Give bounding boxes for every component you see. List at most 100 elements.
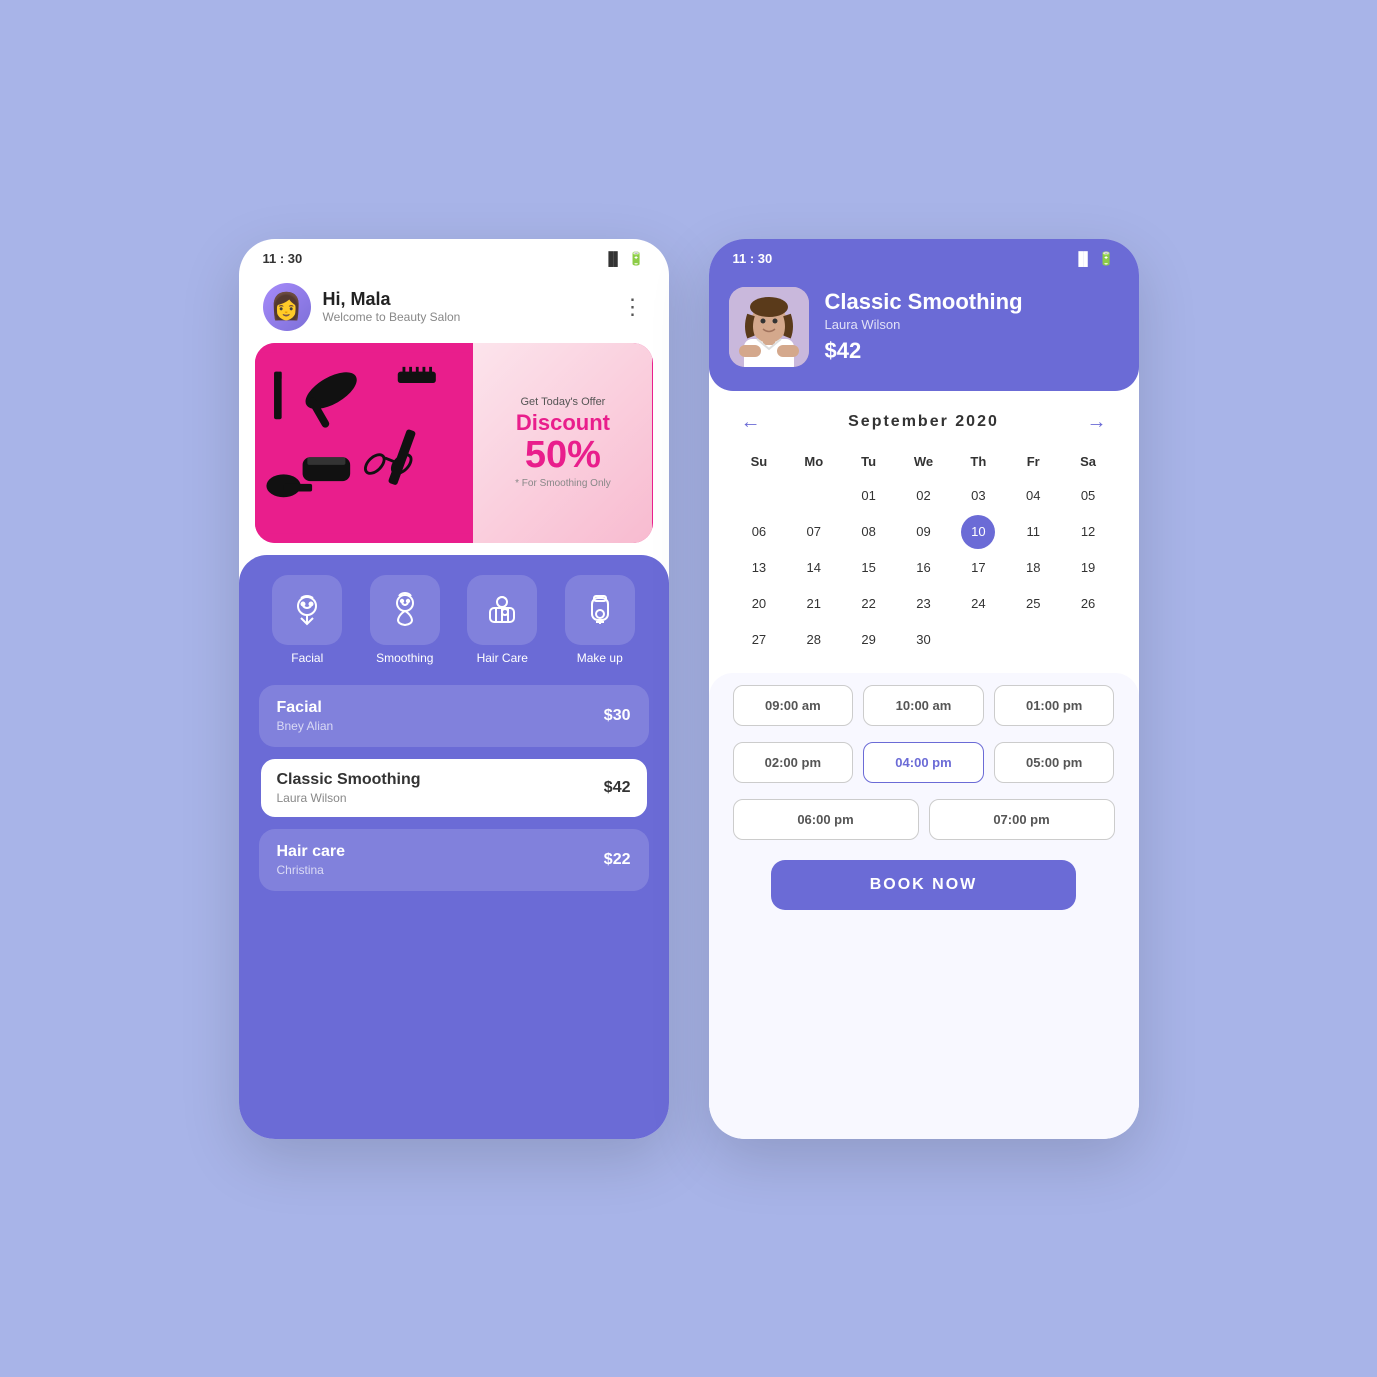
service-smoothing-name: Classic Smoothing — [277, 771, 421, 789]
cal-day-24[interactable]: 24 — [961, 587, 995, 621]
app-header: 👩 Hi, Mala Welcome to Beauty Salon ⋮ — [239, 275, 669, 343]
service-facial-name: Facial — [277, 699, 334, 717]
cal-day-12[interactable]: 12 — [1071, 515, 1105, 549]
cal-day-11[interactable]: 11 — [1016, 515, 1050, 549]
time-slot-7pm[interactable]: 07:00 pm — [929, 799, 1115, 840]
cal-day-18[interactable]: 18 — [1016, 551, 1050, 585]
service-smoothing-price: $42 — [604, 779, 631, 797]
time-slot-2pm[interactable]: 02:00 pm — [733, 742, 854, 783]
header-left: 👩 Hi, Mala Welcome to Beauty Salon — [263, 283, 461, 331]
smoothing-label: Smoothing — [376, 651, 433, 665]
calendar-grid: Su Mo Tu We Th Fr Sa 01 02 03 04 05 06 0… — [733, 450, 1115, 657]
service-haircare[interactable]: Hair care Christina $22 — [259, 829, 649, 891]
cal-day-19[interactable]: 19 — [1071, 551, 1105, 585]
cal-day-4[interactable]: 04 — [1016, 479, 1050, 513]
cal-day-27[interactable]: 27 — [742, 623, 776, 657]
cal-day-29[interactable]: 29 — [852, 623, 886, 657]
booking-avatar — [729, 287, 809, 367]
service-facial-price: $30 — [604, 707, 631, 725]
book-now-button[interactable]: BOOK NOW — [771, 860, 1077, 910]
category-haircare[interactable]: Hair Care — [467, 575, 537, 665]
tools-illustration — [255, 348, 474, 538]
status-bar-right: 11 : 30 ▐▌ 🔋 — [709, 239, 1139, 275]
cal-day-30[interactable]: 30 — [906, 623, 940, 657]
time-slot-6pm[interactable]: 06:00 pm — [733, 799, 919, 840]
service-haircare-sub: Christina — [277, 863, 346, 877]
category-makeup[interactable]: Make up — [565, 575, 635, 665]
cal-day-7[interactable]: 07 — [797, 515, 831, 549]
right-phone: 11 : 30 ▐▌ 🔋 — [709, 239, 1139, 1139]
time-slot-5pm[interactable]: 05:00 pm — [994, 742, 1115, 783]
signal-icon-right: ▐▌ — [1074, 251, 1092, 266]
booking-info: Classic Smoothing Laura Wilson $42 — [825, 289, 1023, 364]
booking-service-name: Classic Smoothing — [825, 289, 1023, 315]
time-grid-row3: 06:00 pm 07:00 pm — [733, 799, 1115, 840]
smoothing-icon-box — [370, 575, 440, 645]
cal-day-16[interactable]: 16 — [906, 551, 940, 585]
status-icons-right: ▐▌ 🔋 — [1074, 251, 1115, 267]
cal-day-10[interactable]: 10 — [961, 515, 995, 549]
cal-header-fr: Fr — [1007, 450, 1060, 477]
cal-header-we: We — [897, 450, 950, 477]
cal-day-21[interactable]: 21 — [797, 587, 831, 621]
cal-header-th: Th — [952, 450, 1005, 477]
cal-day-25[interactable]: 25 — [1016, 587, 1050, 621]
time-slot-9am[interactable]: 09:00 am — [733, 685, 854, 726]
facial-label: Facial — [291, 651, 323, 665]
cal-header-su: Su — [733, 450, 786, 477]
time-slot-1pm[interactable]: 01:00 pm — [994, 685, 1115, 726]
cal-day-2[interactable]: 02 — [906, 479, 940, 513]
cal-day-6[interactable]: 06 — [742, 515, 776, 549]
time-slot-10am[interactable]: 10:00 am — [863, 685, 984, 726]
time-right: 11 : 30 — [733, 251, 773, 266]
calendar-month: September 2020 — [848, 413, 999, 431]
cal-day-17[interactable]: 17 — [961, 551, 995, 585]
signal-icon: ▐▌ — [604, 251, 622, 266]
cal-day-20[interactable]: 20 — [742, 587, 776, 621]
cal-day-1[interactable]: 01 — [852, 479, 886, 513]
booking-stylist: Laura Wilson — [825, 317, 1023, 332]
banner-percent: 50% — [525, 436, 601, 474]
cal-header-sa: Sa — [1062, 450, 1115, 477]
cal-day-26[interactable]: 26 — [1071, 587, 1105, 621]
prev-month-button[interactable]: ← — [733, 407, 769, 438]
greeting-block: Hi, Mala Welcome to Beauty Salon — [323, 289, 461, 324]
cal-day-23[interactable]: 23 — [906, 587, 940, 621]
categories: Facial Smoothing — [259, 575, 649, 665]
cal-header-mo: Mo — [787, 450, 840, 477]
cal-day-5[interactable]: 05 — [1071, 479, 1105, 513]
time-grid-row2: 02:00 pm 04:00 pm 05:00 pm — [733, 742, 1115, 783]
cal-day-9[interactable]: 09 — [906, 515, 940, 549]
cal-day-22[interactable]: 22 — [852, 587, 886, 621]
banner-note: * For Smoothing Only — [515, 478, 611, 489]
category-smoothing[interactable]: Smoothing — [370, 575, 440, 665]
service-facial[interactable]: Facial Bney Alian $30 — [259, 685, 649, 747]
service-smoothing[interactable]: Classic Smoothing Laura Wilson $42 — [259, 757, 649, 819]
service-facial-sub: Bney Alian — [277, 719, 334, 733]
time-grid-row1: 09:00 am 10:00 am 01:00 pm — [733, 685, 1115, 726]
haircare-label: Hair Care — [477, 651, 528, 665]
status-bar-left: 11 : 30 ▐▌ 🔋 — [239, 239, 669, 275]
cal-day-8[interactable]: 08 — [852, 515, 886, 549]
time-section: 09:00 am 10:00 am 01:00 pm 02:00 pm 04:0… — [709, 673, 1139, 1139]
makeup-label: Make up — [577, 651, 623, 665]
service-smoothing-sub: Laura Wilson — [277, 791, 421, 805]
next-month-button[interactable]: → — [1078, 407, 1114, 438]
time-left: 11 : 30 — [263, 251, 303, 266]
service-haircare-price: $22 — [604, 851, 631, 869]
avatar: 👩 — [263, 283, 311, 331]
battery-icon-right: 🔋 — [1098, 251, 1114, 267]
cal-day-13[interactable]: 13 — [742, 551, 776, 585]
cal-day-15[interactable]: 15 — [852, 551, 886, 585]
facial-icon — [287, 590, 327, 630]
cal-day-14[interactable]: 14 — [797, 551, 831, 585]
menu-dots-icon[interactable]: ⋮ — [622, 294, 645, 320]
battery-icon: 🔋 — [628, 251, 644, 267]
time-slot-4pm[interactable]: 04:00 pm — [863, 742, 984, 783]
makeup-icon — [580, 590, 620, 630]
banner-image — [255, 343, 474, 543]
cal-day-28[interactable]: 28 — [797, 623, 831, 657]
category-facial[interactable]: Facial — [272, 575, 342, 665]
booking-price: $42 — [825, 338, 1023, 364]
cal-day-3[interactable]: 03 — [961, 479, 995, 513]
